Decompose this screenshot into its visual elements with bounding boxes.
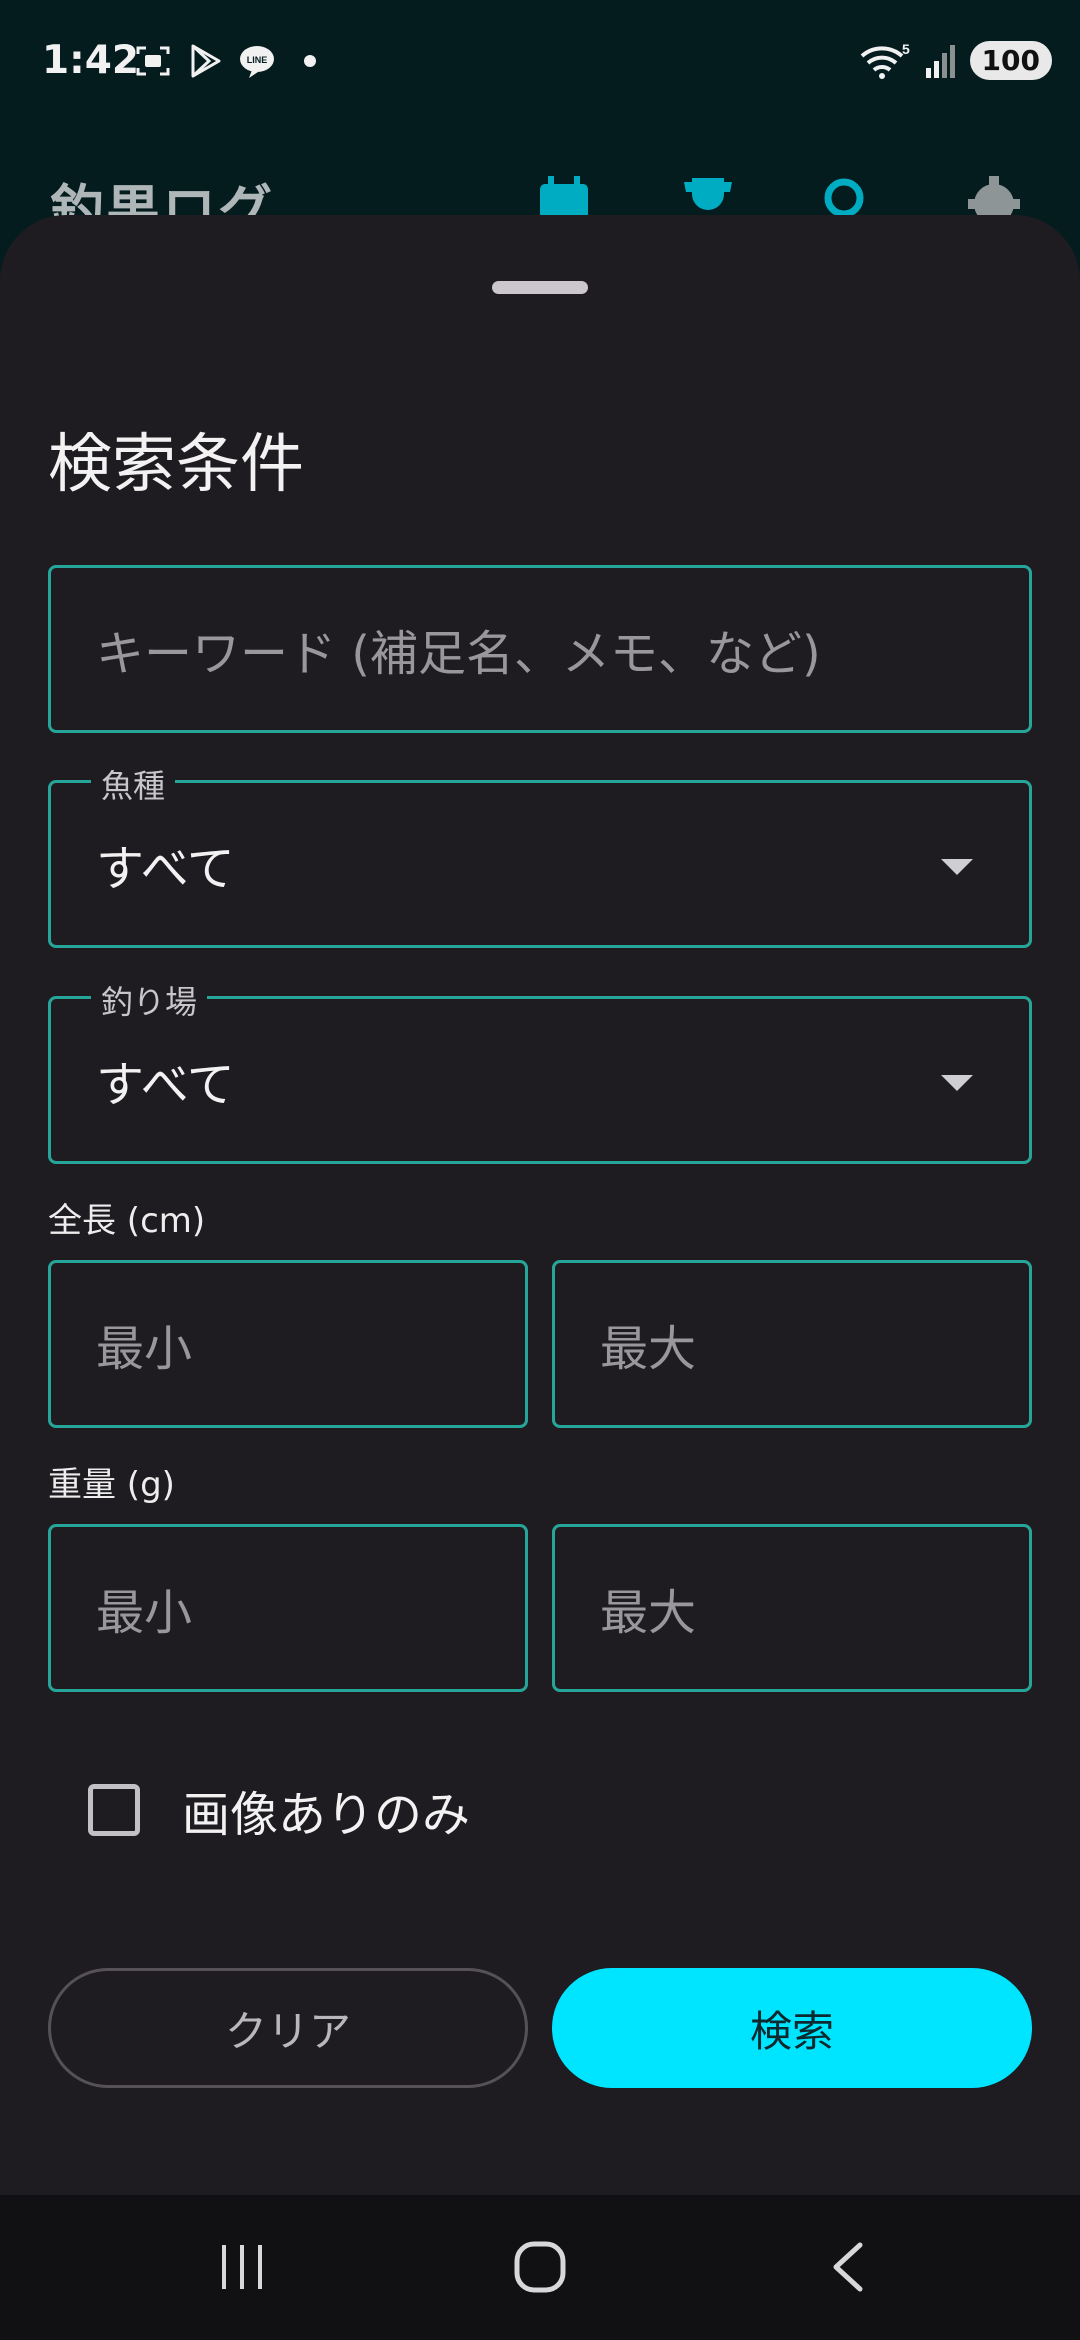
status-bar: 1:42 LINE 5 100 [0,0,1080,130]
keyword-placeholder: キーワード (補足名、メモ、など) [96,626,821,682]
notification-icons: LINE [134,42,316,80]
weight-min-placeholder: 最小 [96,1585,193,1641]
svg-text:5: 5 [902,41,910,57]
image-only-row[interactable]: 画像ありのみ [88,1775,470,1845]
fishing-spot-value: すべて [96,1057,235,1113]
system-nav-bar [0,2195,1080,2340]
weight-label: 重量 (g) [48,1465,175,1505]
home-icon[interactable] [512,2239,568,2295]
play-store-icon [191,44,221,78]
line-app-icon: LINE [240,46,274,78]
more-notifications-dot [304,55,316,67]
image-only-label: 画像ありのみ [182,1787,471,1843]
search-button[interactable]: 検索 [552,1968,1032,2088]
keyword-input[interactable]: キーワード (補足名、メモ、など) [48,565,1032,733]
length-min-input[interactable]: 最小 [48,1260,528,1428]
length-max-input[interactable]: 最大 [552,1260,1032,1428]
length-max-placeholder: 最大 [600,1321,697,1377]
dropdown-arrow-icon [941,859,973,875]
weight-max-placeholder: 最大 [600,1585,697,1641]
weight-max-input[interactable]: 最大 [552,1524,1032,1692]
recent-apps-icon[interactable] [214,2239,270,2295]
signal-icon [925,45,955,78]
svg-text:LINE: LINE [247,55,268,65]
drag-handle[interactable] [492,281,588,294]
length-min-placeholder: 最小 [96,1321,193,1377]
image-only-checkbox[interactable] [88,1784,140,1836]
sheet-title: 検索条件 [48,428,304,502]
wifi-icon: 5 [860,41,910,79]
status-time: 1:42 [42,38,140,83]
fish-species-dropdown[interactable]: 魚種 すべて [48,761,1032,948]
length-label: 全長 (cm) [48,1201,206,1241]
weight-min-input[interactable]: 最小 [48,1524,528,1692]
fishing-spot-dropdown[interactable]: 釣り場 すべて [48,977,1032,1164]
search-bottom-sheet: 検索条件 キーワード (補足名、メモ、など) 魚種 すべて 釣り場 すべて 全長… [0,215,1080,2195]
clear-button[interactable]: クリア [48,1968,528,2088]
screenshot-icon [136,46,170,76]
fish-species-value: すべて [96,841,235,897]
dropdown-arrow-icon [941,1075,973,1091]
back-icon[interactable] [822,2239,878,2295]
status-right: 5 100 [858,40,1052,80]
battery-indicator: 100 [969,40,1052,80]
